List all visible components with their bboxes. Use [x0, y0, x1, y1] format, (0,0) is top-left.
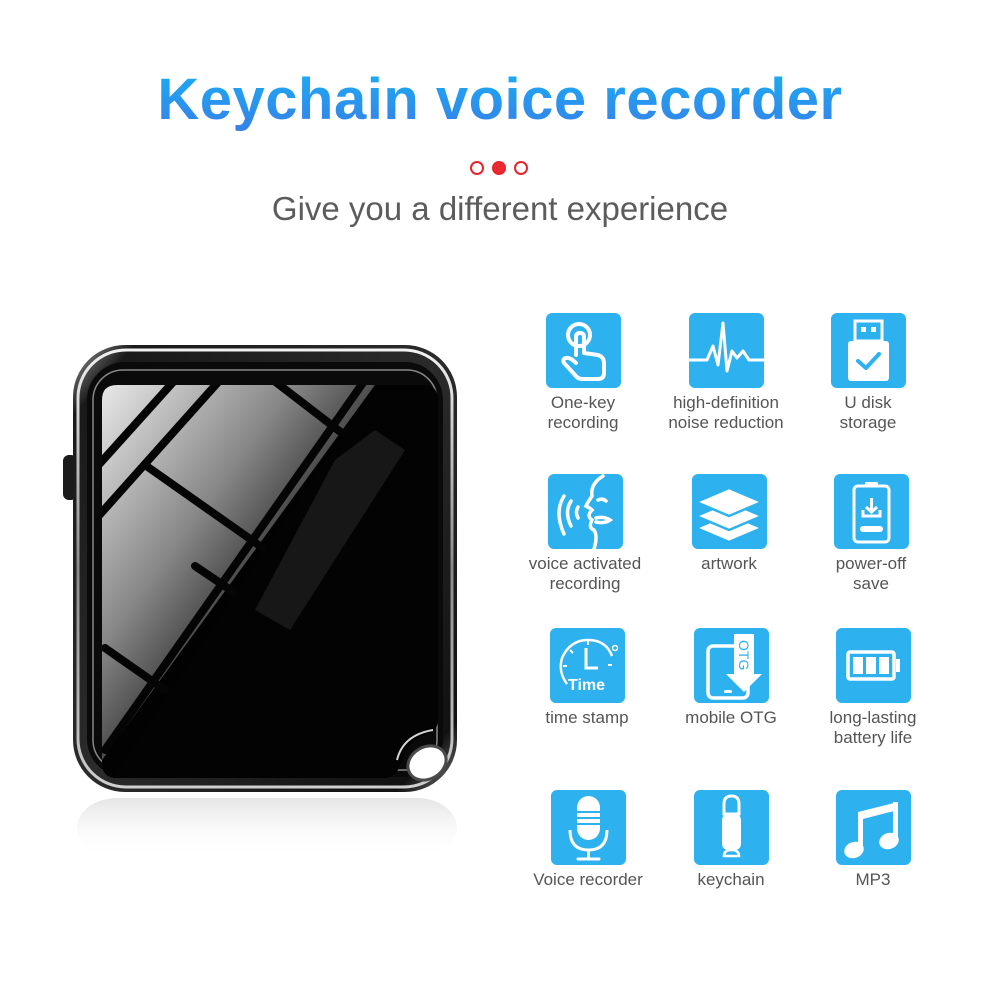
feature-label-line2: recording [549, 574, 621, 593]
feature-label-line1: voice activated [528, 554, 642, 573]
phone-otg-icon: OTG [705, 634, 762, 700]
feature-mobile-otg: OTG mobile OTG [656, 628, 806, 728]
feature-label: high-definition noise reduction [651, 393, 801, 433]
feature-label-line1: mobile OTG [685, 708, 777, 727]
feature-label-line2: battery life [833, 728, 913, 747]
feature-label-line1: MP3 [855, 870, 891, 889]
feature-label: MP3 [798, 870, 948, 890]
feature-tile [547, 474, 623, 549]
feature-label-line2: recording [547, 413, 619, 432]
battery-full-icon [845, 650, 900, 681]
feature-time-stamp: Time time stamp [512, 628, 662, 728]
feature-label-line1: U disk [844, 393, 892, 412]
voice-speaking-icon [556, 474, 613, 549]
keychain-icon [721, 794, 741, 858]
feature-tile [691, 474, 767, 549]
feature-tile [688, 313, 764, 388]
page-subtitle: Give you a different experience [271, 190, 729, 227]
feature-tile: OTG [693, 628, 769, 703]
slide-indicator [470, 161, 530, 175]
feature-tile [835, 628, 911, 703]
indicator-dot [514, 161, 528, 175]
voice-recorder-device [63, 345, 457, 858]
feature-tile [693, 790, 769, 865]
product-image [45, 330, 485, 870]
feature-label: keychain [656, 870, 806, 890]
feature-label: power-off save [796, 554, 946, 594]
feature-artwork: artwork [654, 474, 804, 574]
feature-label-line1: keychain [697, 870, 765, 889]
feature-tile [835, 790, 911, 865]
feature-label-line2: storage [839, 413, 897, 432]
feature-label: voice activated recording [510, 554, 660, 594]
feature-tile [830, 313, 906, 388]
feature-tile [833, 474, 909, 549]
feature-label-line1: long-lasting [829, 708, 917, 727]
feature-label-line1: power-off [835, 554, 907, 573]
feature-label: artwork [654, 554, 804, 574]
feature-keychain: keychain [656, 790, 806, 890]
feature-label-line1: time stamp [545, 708, 629, 727]
feature-label: U disk storage [793, 393, 943, 433]
feature-label: time stamp [512, 708, 662, 728]
indicator-dot-active [492, 161, 506, 175]
feature-long-lasting-battery: long-lasting battery life [798, 628, 948, 748]
feature-mp3: MP3 [798, 790, 948, 890]
feature-tile: Time [549, 628, 625, 703]
feature-voice-recorder: Voice recorder [513, 790, 663, 890]
indicator-dot [470, 161, 484, 175]
feature-power-off-save: power-off save [796, 474, 946, 594]
feature-tile [550, 790, 626, 865]
feature-u-disk-storage: U disk storage [793, 313, 943, 433]
feature-label: Voice recorder [513, 870, 663, 890]
usb-drive-check-icon [847, 319, 889, 381]
svg-text:Time: Time [568, 677, 605, 694]
feature-label: mobile OTG [656, 708, 806, 728]
waveform-icon [688, 321, 764, 373]
music-note-icon [843, 802, 899, 859]
battery-save-icon [852, 482, 890, 544]
feature-label-line1: Voice recorder [533, 870, 643, 889]
svg-text:OTG: OTG [736, 640, 752, 670]
feature-noise-reduction: high-definition noise reduction [651, 313, 801, 433]
feature-label-line2: save [853, 574, 889, 593]
clock-time-icon: Time [559, 638, 618, 694]
feature-tile [545, 313, 621, 388]
feature-one-key-recording: One-key recording [508, 313, 658, 433]
feature-label-line1: high-definition [673, 393, 779, 412]
feature-label: long-lasting battery life [798, 708, 948, 748]
feature-label: One-key recording [508, 393, 658, 433]
page-title: Keychain voice recorder [0, 62, 1000, 138]
microphone-icon [568, 796, 608, 861]
feature-label-line2: noise reduction [668, 413, 784, 432]
touch-finger-icon [560, 322, 606, 381]
layers-icon [694, 486, 763, 544]
feature-label-line1: artwork [701, 554, 757, 573]
feature-voice-activated-recording: voice activated recording [510, 474, 660, 594]
feature-label-line1: One-key [550, 393, 616, 412]
